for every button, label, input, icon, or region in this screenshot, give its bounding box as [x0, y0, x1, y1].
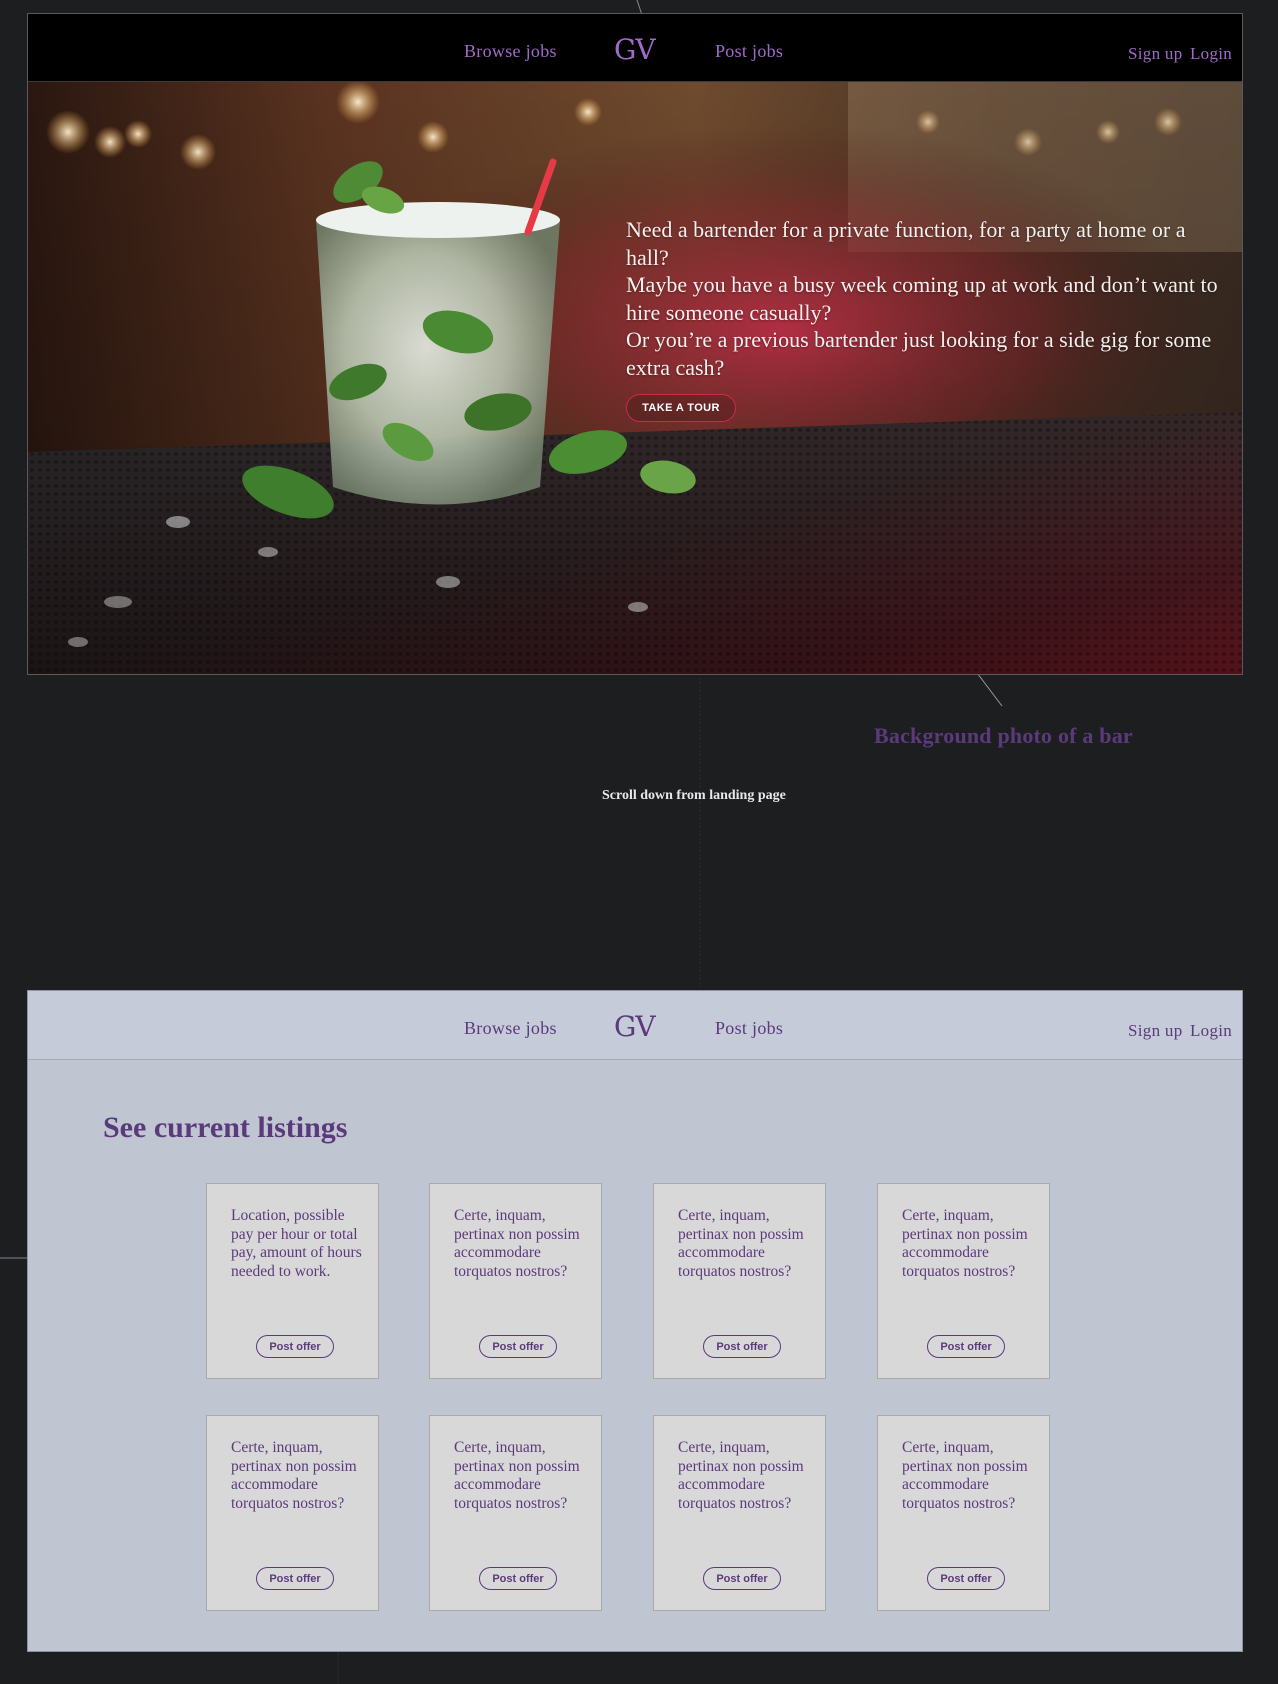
listing-card: Certe, inquam, pertinax non possim accom… — [653, 1415, 826, 1611]
logo[interactable]: GV — [614, 33, 656, 66]
take-a-tour-button[interactable]: TAKE A TOUR — [626, 394, 736, 422]
post-offer-button[interactable]: Post offer — [479, 1567, 557, 1590]
page-title: See current listings — [103, 1111, 348, 1144]
annotation-background-photo: Background photo of a bar — [874, 723, 1133, 748]
logo[interactable]: GV — [614, 1010, 656, 1043]
listing-card-text: Certe, inquam, pertinax non possim accom… — [678, 1207, 804, 1280]
nav-sign-up-link[interactable]: Sign up — [1128, 1021, 1183, 1041]
listing-card: Certe, inquam, pertinax non possim accom… — [653, 1183, 826, 1379]
nav-browse-jobs-link[interactable]: Browse jobs — [464, 41, 557, 62]
landing-navbar: Browse jobs GV Post jobs Sign up Login — [28, 14, 1242, 82]
listing-card: Certe, inquam, pertinax non possim accom… — [877, 1183, 1050, 1379]
hero-copy: Need a bartender for a private function,… — [626, 216, 1226, 381]
nav-post-jobs-link[interactable]: Post jobs — [715, 1018, 783, 1039]
nav-sign-up-link[interactable]: Sign up — [1128, 44, 1183, 64]
listing-card: Location, possible pay per hour or total… — [206, 1183, 379, 1379]
post-offer-button[interactable]: Post offer — [479, 1335, 557, 1358]
nav-browse-jobs-link[interactable]: Browse jobs — [464, 1018, 557, 1039]
hero-line-3: Or you’re a previous bartender just look… — [626, 327, 1212, 380]
listing-card: Certe, inquam, pertinax non possim accom… — [429, 1415, 602, 1611]
listing-card-text: Certe, inquam, pertinax non possim accom… — [678, 1439, 804, 1512]
nav-post-jobs-link[interactable]: Post jobs — [715, 41, 783, 62]
post-offer-button[interactable]: Post offer — [927, 1335, 1005, 1358]
listing-card-text: Location, possible pay per hour or total… — [231, 1207, 362, 1280]
listings-navbar: Browse jobs GV Post jobs Sign up Login — [28, 991, 1242, 1060]
annotation-scroll-note: Scroll down from landing page — [602, 788, 786, 803]
post-offer-button[interactable]: Post offer — [703, 1335, 781, 1358]
listing-card-text: Certe, inquam, pertinax non possim accom… — [454, 1207, 580, 1280]
listing-card: Certe, inquam, pertinax non possim accom… — [206, 1415, 379, 1611]
listing-card-text: Certe, inquam, pertinax non possim accom… — [231, 1439, 357, 1512]
hero-line-1: Need a bartender for a private function,… — [626, 217, 1186, 270]
landing-page-frame: Browse jobs GV Post jobs Sign up Login N… — [27, 13, 1243, 675]
listing-card: Certe, inquam, pertinax non possim accom… — [877, 1415, 1050, 1611]
post-offer-button[interactable]: Post offer — [256, 1335, 334, 1358]
nav-login-link[interactable]: Login — [1190, 44, 1232, 64]
post-offer-button[interactable]: Post offer — [927, 1567, 1005, 1590]
post-offer-button[interactable]: Post offer — [256, 1567, 334, 1590]
listing-card-text: Certe, inquam, pertinax non possim accom… — [902, 1207, 1028, 1280]
hero-section: Need a bartender for a private function,… — [28, 82, 1242, 674]
hero-line-2: Maybe you have a busy week coming up at … — [626, 272, 1218, 325]
nav-login-link[interactable]: Login — [1190, 1021, 1232, 1041]
listing-card-text: Certe, inquam, pertinax non possim accom… — [902, 1439, 1028, 1512]
post-offer-button[interactable]: Post offer — [703, 1567, 781, 1590]
listing-card-text: Certe, inquam, pertinax non possim accom… — [454, 1439, 580, 1512]
listings-page-frame: Browse jobs GV Post jobs Sign up Login S… — [27, 990, 1243, 1652]
listing-card: Certe, inquam, pertinax non possim accom… — [429, 1183, 602, 1379]
